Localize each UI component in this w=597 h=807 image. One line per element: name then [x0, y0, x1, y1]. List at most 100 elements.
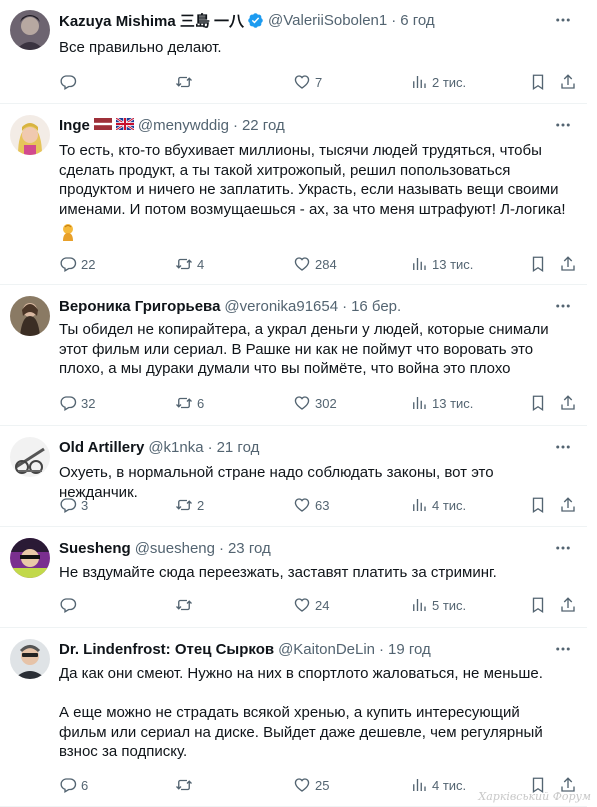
avatar[interactable]: [10, 10, 50, 50]
avatar[interactable]: [10, 639, 50, 679]
views-button[interactable]: 2 тис.: [410, 72, 466, 92]
author-name[interactable]: Вероника Григорьева: [59, 298, 220, 315]
views-icon: [413, 258, 426, 270]
uk-flag-icon: [115, 116, 135, 134]
retweet-button[interactable]: 2: [175, 495, 204, 515]
author-handle[interactable]: @menywddig: [138, 117, 229, 134]
more-icon[interactable]: [553, 439, 573, 455]
share-icon: [561, 597, 575, 612]
action-bar: 3 2 63 4 тис.: [59, 495, 579, 515]
views-icon: [413, 76, 426, 88]
retweet-button[interactable]: [175, 72, 197, 92]
tweet[interactable]: Old Artillery @k1nka · 21 год Охуеть, в …: [0, 427, 587, 527]
reply-button[interactable]: [59, 595, 81, 615]
avatar[interactable]: [10, 437, 50, 477]
more-icon[interactable]: [553, 12, 573, 28]
bookmark-icon: [532, 395, 544, 412]
like-button[interactable]: 25: [293, 775, 329, 795]
views-button[interactable]: 4 тис.: [410, 775, 466, 795]
more-icon[interactable]: [553, 117, 573, 133]
share-button[interactable]: [559, 595, 577, 615]
retweet-button[interactable]: [175, 595, 197, 615]
reply-button[interactable]: 6: [59, 775, 88, 795]
bookmark-button[interactable]: [529, 254, 547, 274]
watermark: Харківський Форум: [478, 790, 591, 803]
action-bar: 7 2 тис.: [59, 72, 579, 92]
bookmark-button[interactable]: [529, 393, 547, 413]
reply-button[interactable]: 3: [59, 495, 88, 515]
reply-icon: [60, 498, 77, 513]
tweet-text: Ты обидел не копирайтера, а украл деньги…: [59, 321, 549, 377]
tweet-header: Вероника Григорьева @veronika91654 · 16 …: [59, 297, 402, 315]
timestamp[interactable]: 22 год: [242, 117, 285, 134]
timestamp[interactable]: 16 бер.: [351, 298, 401, 315]
retweet-button[interactable]: [175, 775, 197, 795]
author-handle[interactable]: @KaitonDeLin: [278, 641, 375, 658]
retweet-icon: [176, 499, 192, 511]
more-icon[interactable]: [553, 540, 573, 556]
author-name[interactable]: Suesheng: [59, 540, 131, 557]
author-handle[interactable]: @suesheng: [135, 540, 215, 557]
bookmark-icon: [532, 497, 544, 514]
tweet[interactable]: Inge @menywddig · 22 год То есть, кто-то…: [0, 105, 587, 285]
avatar[interactable]: [10, 115, 50, 155]
bookmark-button[interactable]: [529, 595, 547, 615]
action-bar: 22 4 284 13 тис.: [59, 254, 579, 274]
like-button[interactable]: 24: [293, 595, 329, 615]
views-button[interactable]: 5 тис.: [410, 595, 466, 615]
author-name[interactable]: Inge: [59, 117, 90, 134]
tweet-header: Dr. Lindenfrost: Отец Сырков @KaitonDeLi…: [59, 640, 431, 658]
timestamp[interactable]: 21 год: [217, 439, 260, 456]
bookmark-button[interactable]: [529, 72, 547, 92]
latvia-flag-icon: [93, 117, 112, 134]
like-button[interactable]: 302: [293, 393, 337, 413]
author-name[interactable]: Kazuya Mishima 三島 一八: [59, 10, 244, 31]
bookmark-icon: [532, 74, 544, 91]
tweet[interactable]: Suesheng @suesheng · 23 год Не вздумайте…: [0, 528, 587, 628]
reply-button[interactable]: 22: [59, 254, 95, 274]
more-icon[interactable]: [553, 298, 573, 314]
reply-button[interactable]: [59, 72, 81, 92]
like-button[interactable]: 7: [293, 72, 322, 92]
author-handle[interactable]: @ValeriiSobolen1: [268, 12, 387, 29]
heart-icon: [294, 498, 310, 512]
views-button[interactable]: 13 тис.: [410, 254, 473, 274]
views-button[interactable]: 13 тис.: [410, 393, 473, 413]
timestamp[interactable]: 19 год: [388, 641, 431, 658]
share-button[interactable]: [559, 254, 577, 274]
avatar[interactable]: [10, 296, 50, 336]
share-button[interactable]: [559, 393, 577, 413]
like-button[interactable]: 63: [293, 495, 329, 515]
retweet-button[interactable]: 6: [175, 393, 204, 413]
author-handle[interactable]: @k1nka: [148, 439, 203, 456]
author-handle[interactable]: @veronika91654: [224, 298, 338, 315]
reply-icon: [60, 396, 77, 411]
heart-icon: [294, 75, 310, 89]
tweet-text: То есть, кто-то вбухивает миллионы, тыся…: [59, 142, 566, 218]
timestamp[interactable]: 6 год: [400, 12, 434, 29]
share-button[interactable]: [559, 72, 577, 92]
author-name[interactable]: Dr. Lindenfrost: Отец Сырков: [59, 641, 274, 658]
retweet-icon: [176, 599, 192, 611]
views-button[interactable]: 4 тис.: [410, 495, 466, 515]
reply-icon: [60, 75, 77, 90]
reply-button[interactable]: 32: [59, 393, 95, 413]
author-name[interactable]: Old Artillery: [59, 439, 144, 456]
tweet[interactable]: Вероника Григорьева @veronika91654 · 16 …: [0, 286, 587, 426]
tweet-feed: Kazuya Mishima 三島 一八 @ValeriiSobolen1 · …: [0, 0, 597, 807]
retweet-button[interactable]: 4: [175, 254, 204, 274]
tweet[interactable]: Dr. Lindenfrost: Отец Сырков @KaitonDeLi…: [0, 629, 587, 807]
views-icon: [413, 599, 426, 611]
heart-icon: [294, 598, 310, 612]
views-icon: [413, 499, 426, 511]
tweet-header: Suesheng @suesheng · 23 год: [59, 539, 271, 557]
more-icon[interactable]: [553, 641, 573, 657]
tweet[interactable]: Kazuya Mishima 三島 一八 @ValeriiSobolen1 · …: [0, 0, 587, 104]
face-palm-emoji-icon: [60, 223, 76, 241]
like-button[interactable]: 284: [293, 254, 337, 274]
avatar[interactable]: [10, 538, 50, 578]
retweet-icon: [176, 779, 192, 791]
share-button[interactable]: [559, 495, 577, 515]
timestamp[interactable]: 23 год: [228, 540, 271, 557]
bookmark-button[interactable]: [529, 495, 547, 515]
